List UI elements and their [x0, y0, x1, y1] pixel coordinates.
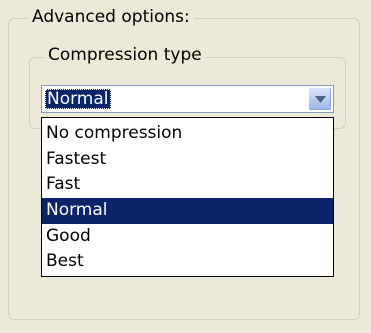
- compression-type-combobox[interactable]: Normal: [41, 85, 334, 113]
- advanced-options-legend: Advanced options:: [28, 6, 194, 28]
- compression-type-dropdown-list[interactable]: No compression Fastest Fast Normal Good …: [41, 117, 334, 277]
- advanced-options-panel: Advanced options: Compression type Norma…: [0, 0, 371, 333]
- option-normal[interactable]: Normal: [42, 198, 333, 224]
- option-no-compression[interactable]: No compression: [42, 121, 333, 147]
- compression-type-selected-value: Normal: [45, 89, 111, 109]
- chevron-down-icon: [315, 96, 326, 103]
- option-best[interactable]: Best: [42, 249, 333, 275]
- dropdown-button[interactable]: [308, 87, 332, 111]
- option-good[interactable]: Good: [42, 224, 333, 250]
- option-fastest[interactable]: Fastest: [42, 147, 333, 173]
- compression-type-legend: Compression type: [44, 44, 206, 66]
- option-fast[interactable]: Fast: [42, 172, 333, 198]
